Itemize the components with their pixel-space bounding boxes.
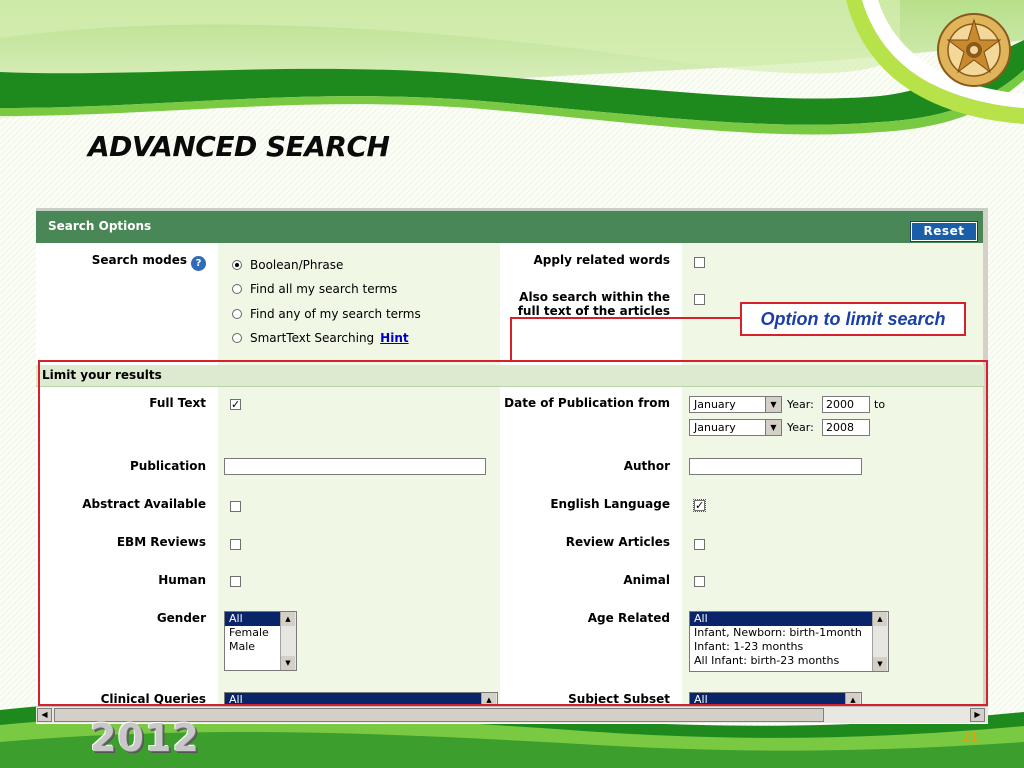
slide-title: ADVANCED SEARCH — [88, 130, 390, 163]
radio-icon[interactable] — [232, 284, 242, 294]
mode-label: SmartText Searching — [250, 331, 375, 345]
mode-label: Boolean/Phrase — [250, 258, 344, 272]
radio-icon[interactable] — [232, 333, 242, 343]
callout-label: Option to limit search — [740, 302, 966, 336]
search-modes-text: Search modes — [91, 253, 187, 267]
university-emblem-icon — [937, 13, 1011, 87]
mode-find-all[interactable]: Find all my search terms — [232, 282, 397, 296]
mode-boolean-phrase[interactable]: Boolean/Phrase — [232, 258, 343, 272]
apply-related-words-label: Apply related words — [533, 253, 670, 267]
reset-button[interactable]: Reset — [910, 221, 978, 242]
help-icon[interactable]: ? — [191, 256, 206, 271]
apply-related-words-checkbox[interactable] — [694, 257, 705, 268]
search-options-header: Search Options Reset — [36, 211, 988, 243]
year-logo: 2012 — [90, 716, 200, 760]
full-text-search-checkbox[interactable] — [694, 294, 705, 305]
search-modes-label: Search modes? — [56, 253, 206, 271]
radio-icon[interactable] — [232, 309, 242, 319]
mode-find-any[interactable]: Find any of my search terms — [232, 307, 421, 321]
chevron-left-icon[interactable]: ◀ — [37, 708, 52, 722]
full-text-search-label-line1: Also search within the — [519, 290, 670, 304]
chevron-right-icon[interactable]: ▶ — [970, 708, 985, 722]
radio-selected-icon[interactable] — [232, 260, 242, 270]
hint-link[interactable]: Hint — [380, 331, 408, 345]
full-text-search-label-line2: full text of the articles — [517, 304, 670, 318]
full-text-search-label: Also search within the full text of the … — [496, 290, 670, 318]
search-options-title: Search Options — [48, 219, 152, 233]
mode-smarttext[interactable]: SmartText Searching Hint — [232, 331, 409, 345]
limit-results-highlight — [38, 360, 988, 706]
mode-label: Find all my search terms — [250, 282, 398, 296]
mode-label: Find any of my search terms — [250, 307, 421, 321]
page-number: 21 — [962, 730, 979, 745]
